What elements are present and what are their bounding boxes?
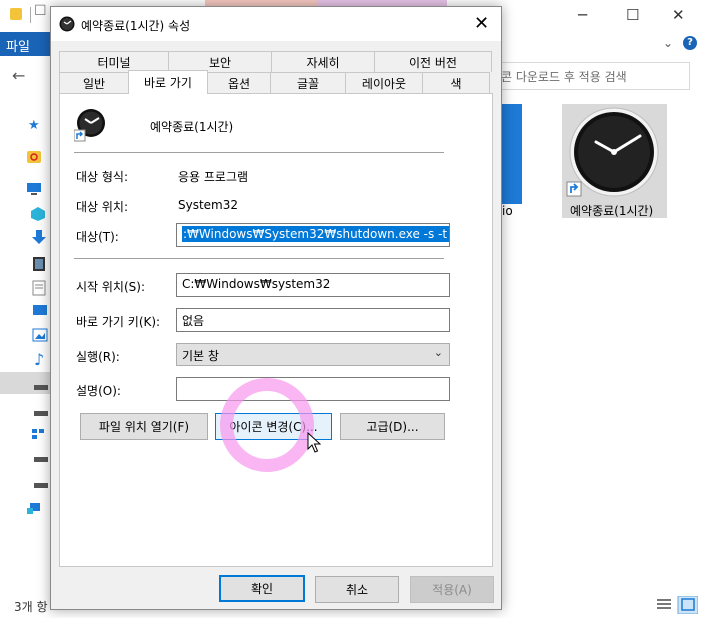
target-label: 대상(T): bbox=[76, 230, 119, 244]
hotkey-input[interactable]: 없음 bbox=[176, 308, 450, 332]
clock-shortcut-icon bbox=[566, 107, 659, 197]
maximize-icon[interactable]: ☐ bbox=[626, 6, 639, 24]
run-select[interactable]: 기본 창 ⌄ bbox=[176, 343, 450, 366]
desktop-icon[interactable] bbox=[32, 304, 48, 318]
checkbox-icon[interactable]: ☐ bbox=[34, 3, 47, 19]
help-icon[interactable]: ? bbox=[683, 36, 697, 50]
pictures-icon[interactable] bbox=[32, 328, 48, 342]
search-input[interactable]: 콘 다운로드 후 적용 검색 bbox=[490, 62, 690, 90]
this-pc-icon[interactable] bbox=[26, 182, 42, 196]
folder-thumbnail[interactable] bbox=[502, 104, 522, 204]
clock-icon bbox=[59, 16, 75, 32]
tab-row-back: 터미널 보안 자세히 이전 버전 bbox=[59, 51, 492, 72]
tab-options[interactable]: 옵션 bbox=[207, 72, 271, 93]
run-select-value: 기본 창 bbox=[182, 349, 219, 363]
drive-icon[interactable] bbox=[34, 380, 50, 394]
tab-details[interactable]: 자세히 bbox=[271, 51, 375, 72]
star-icon[interactable]: ★ bbox=[28, 118, 44, 133]
file-label-partial: io bbox=[502, 204, 513, 218]
tab-shortcut[interactable]: 바로 가기 bbox=[128, 70, 208, 94]
target-type-label: 대상 형식: bbox=[76, 170, 129, 184]
separator bbox=[74, 152, 444, 153]
chevron-down-icon: ⌄ bbox=[433, 346, 443, 359]
run-label: 실행(R): bbox=[76, 350, 120, 364]
properties-dialog: 예약종료(1시간) 속성 ✕ 터미널 보안 자세히 이전 버전 일반 바로 가기… bbox=[50, 6, 502, 610]
comment-input[interactable] bbox=[176, 377, 450, 401]
shortcut-file-label: 예약종료(1시간) bbox=[570, 204, 654, 218]
highlight-circle bbox=[220, 378, 314, 472]
view-toggle[interactable] bbox=[656, 595, 699, 615]
documents-icon[interactable] bbox=[32, 280, 48, 296]
tab-general[interactable]: 일반 bbox=[59, 72, 129, 93]
start-in-input[interactable]: C:₩Windows₩system32 bbox=[176, 273, 450, 297]
tab-colors[interactable]: 색 bbox=[422, 72, 490, 93]
network-icon[interactable] bbox=[26, 502, 42, 516]
hotkey-label: 바로 가기 키(K): bbox=[76, 315, 161, 329]
dialog-title: 예약종료(1시간) 속성 bbox=[81, 19, 191, 33]
target-location-value: System32 bbox=[178, 198, 239, 212]
comment-label: 설명(O): bbox=[76, 384, 121, 398]
apply-button: 적용(A) bbox=[410, 576, 494, 603]
shortcut-file-item[interactable] bbox=[562, 104, 667, 218]
tab-security[interactable]: 보안 bbox=[168, 51, 272, 72]
tab-layout[interactable]: 레이아웃 bbox=[345, 72, 423, 93]
ribbon-expand-chevron-icon[interactable]: ⌄ bbox=[663, 36, 673, 50]
creative-cloud-icon[interactable] bbox=[26, 150, 42, 164]
shortcut-tab-panel: 예약종료(1시간) 대상 형식: 응용 프로그램 대상 위치: System32… bbox=[59, 93, 493, 567]
drive-icon[interactable] bbox=[34, 452, 50, 466]
target-location-label: 대상 위치: bbox=[76, 200, 129, 214]
separator bbox=[74, 258, 444, 259]
back-arrow-icon[interactable]: ← bbox=[12, 66, 25, 85]
downloads-icon[interactable] bbox=[32, 230, 48, 244]
target-input-text: :₩Windows₩System32₩shutdown.exe -s -t 36… bbox=[182, 226, 449, 242]
shortcut-name: 예약종료(1시간) bbox=[150, 120, 234, 134]
folder-icon bbox=[10, 8, 22, 20]
drive-icon[interactable] bbox=[34, 478, 50, 492]
ok-button[interactable]: 확인 bbox=[219, 575, 305, 602]
videos-icon[interactable] bbox=[32, 256, 48, 271]
open-file-location-button[interactable]: 파일 위치 열기(F) bbox=[80, 413, 208, 440]
quick-access-separator bbox=[30, 7, 31, 23]
target-input[interactable]: :₩Windows₩System32₩shutdown.exe -s -t 36… bbox=[176, 223, 450, 247]
music-icon[interactable]: ♪ bbox=[34, 350, 50, 369]
tab-previous-versions[interactable]: 이전 버전 bbox=[374, 51, 492, 72]
shortcut-clock-icon bbox=[74, 109, 105, 142]
tab-terminal[interactable]: 터미널 bbox=[59, 51, 169, 72]
tab-font[interactable]: 글꼴 bbox=[270, 72, 346, 93]
network-drive-icon[interactable] bbox=[32, 428, 48, 442]
minimize-icon[interactable]: ─ bbox=[578, 6, 587, 24]
dialog-titlebar[interactable]: 예약종료(1시간) 속성 ✕ bbox=[51, 7, 501, 41]
drive-icon[interactable] bbox=[34, 406, 50, 420]
target-type-value: 응용 프로그램 bbox=[178, 170, 249, 184]
tab-row-front: 일반 바로 가기 옵션 글꼴 레이아웃 색 bbox=[59, 70, 490, 94]
ribbon-file-tab[interactable]: 파일 bbox=[0, 32, 50, 56]
close-icon[interactable]: ✕ bbox=[474, 13, 489, 34]
3d-objects-icon[interactable] bbox=[30, 206, 46, 221]
start-in-label: 시작 위치(S): bbox=[76, 280, 145, 294]
close-icon[interactable]: ✕ bbox=[672, 6, 685, 24]
cancel-button[interactable]: 취소 bbox=[315, 576, 399, 603]
status-bar-text: 3개 항 bbox=[14, 600, 48, 614]
mouse-cursor-icon bbox=[307, 432, 321, 453]
details-view-icon bbox=[657, 599, 671, 609]
advanced-button[interactable]: 고급(D)... bbox=[340, 413, 445, 440]
